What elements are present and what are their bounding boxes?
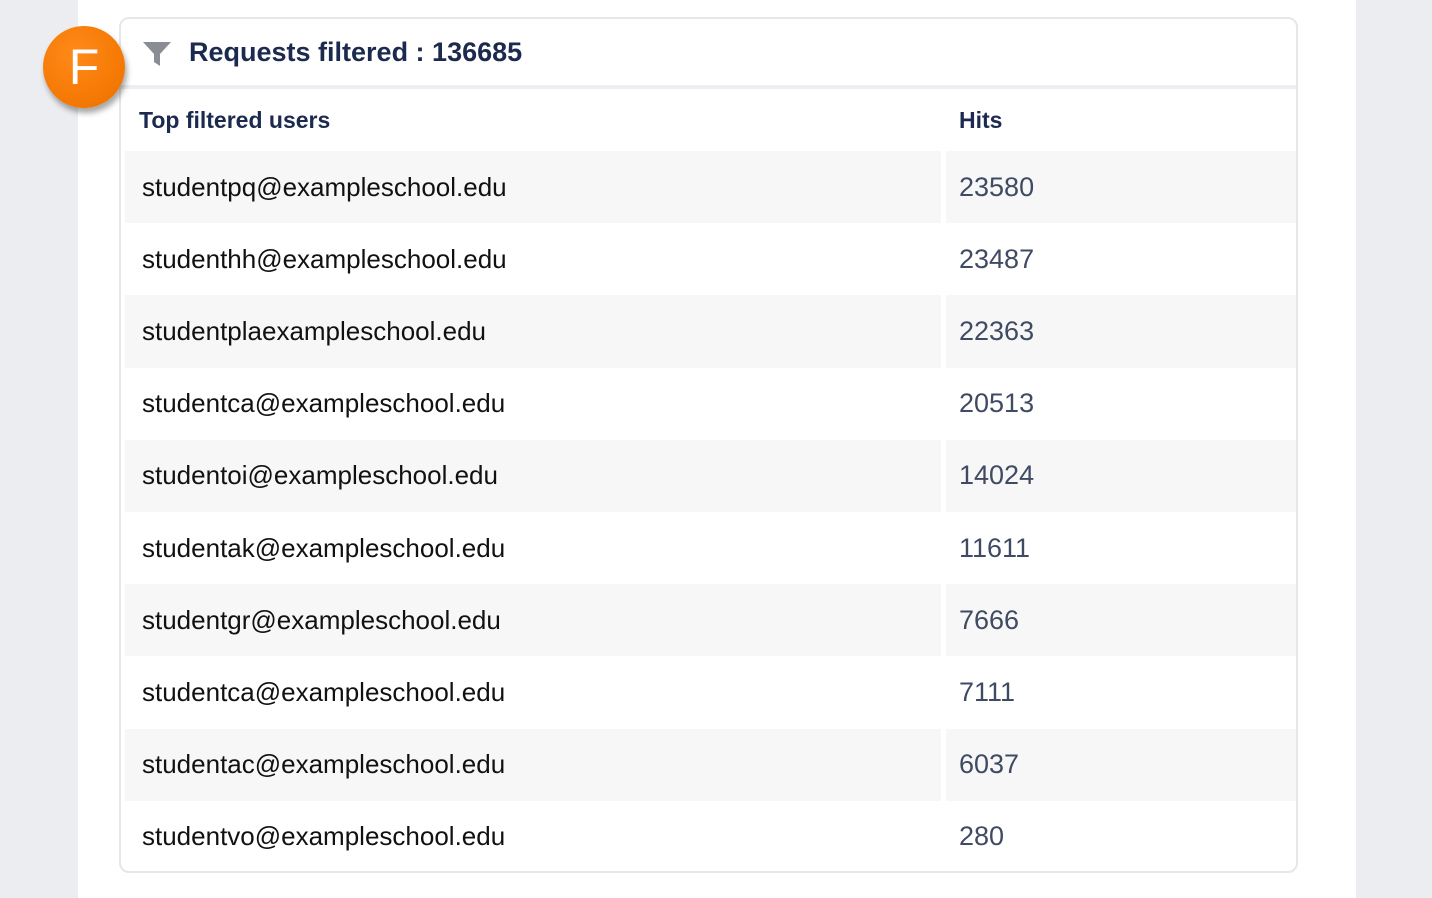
filter-icon bbox=[143, 42, 171, 66]
hits-cell: 11611 bbox=[959, 532, 1031, 563]
user-email-cell: studentoi@exampleschool.edu bbox=[125, 439, 941, 512]
requests-filtered-card: Requests filtered : 136685 Top filtered … bbox=[119, 17, 1298, 873]
table-row[interactable]: studenthh@exampleschool.edu 23487 bbox=[125, 223, 1296, 295]
user-email-cell: studentca@exampleschool.edu bbox=[142, 676, 506, 707]
table-row[interactable]: studentoi@exampleschool.edu 14024 bbox=[125, 439, 1296, 512]
table-row[interactable]: studentca@exampleschool.edu 7111 bbox=[125, 656, 1296, 728]
table-row[interactable]: studentgr@exampleschool.edu 7666 bbox=[125, 584, 1296, 657]
table-row[interactable]: studentvo@exampleschool.edu 280 bbox=[125, 801, 1296, 871]
hits-cell: 7111 bbox=[959, 676, 1016, 707]
badge-letter: F bbox=[68, 39, 100, 95]
table-row[interactable]: studentca@exampleschool.edu 20513 bbox=[125, 368, 1296, 440]
column-header-users[interactable]: Top filtered users bbox=[139, 107, 330, 134]
hits-cell: 14024 bbox=[946, 439, 1296, 512]
filtered-users-table: studentpq@exampleschool.edu 23580 studen… bbox=[125, 151, 1296, 871]
user-email-cell: studentplaexampleschool.edu bbox=[125, 295, 941, 368]
user-email-cell: studentgr@exampleschool.edu bbox=[125, 584, 941, 657]
column-header-hits[interactable]: Hits bbox=[959, 107, 1002, 134]
user-email-cell: studentca@exampleschool.edu bbox=[142, 388, 506, 419]
user-email-cell: studentak@exampleschool.edu bbox=[142, 532, 506, 563]
hits-cell: 23487 bbox=[959, 243, 1035, 274]
hits-cell: 22363 bbox=[946, 295, 1296, 368]
hits-cell: 20513 bbox=[959, 388, 1035, 419]
step-badge-f: F bbox=[43, 26, 125, 108]
table-row[interactable]: studentpq@exampleschool.edu 23580 bbox=[125, 151, 1296, 224]
user-email-cell: studentvo@exampleschool.edu bbox=[142, 821, 506, 852]
user-email-cell: studentac@exampleschool.edu bbox=[125, 728, 941, 801]
user-email-cell: studentpq@exampleschool.edu bbox=[125, 151, 941, 224]
table-row[interactable]: studentac@exampleschool.edu 6037 bbox=[125, 728, 1296, 801]
hits-cell: 280 bbox=[959, 821, 1005, 852]
table-row[interactable]: studentak@exampleschool.edu 11611 bbox=[125, 512, 1296, 584]
table-row[interactable]: studentplaexampleschool.edu 22363 bbox=[125, 295, 1296, 368]
card-title: Requests filtered : 136685 bbox=[189, 37, 523, 67]
hits-cell: 6037 bbox=[946, 728, 1296, 801]
user-email-cell: studenthh@exampleschool.edu bbox=[142, 243, 507, 274]
hits-cell: 7666 bbox=[946, 584, 1296, 657]
hits-cell: 23580 bbox=[946, 151, 1296, 224]
card-header: Requests filtered : 136685 bbox=[121, 19, 1296, 89]
